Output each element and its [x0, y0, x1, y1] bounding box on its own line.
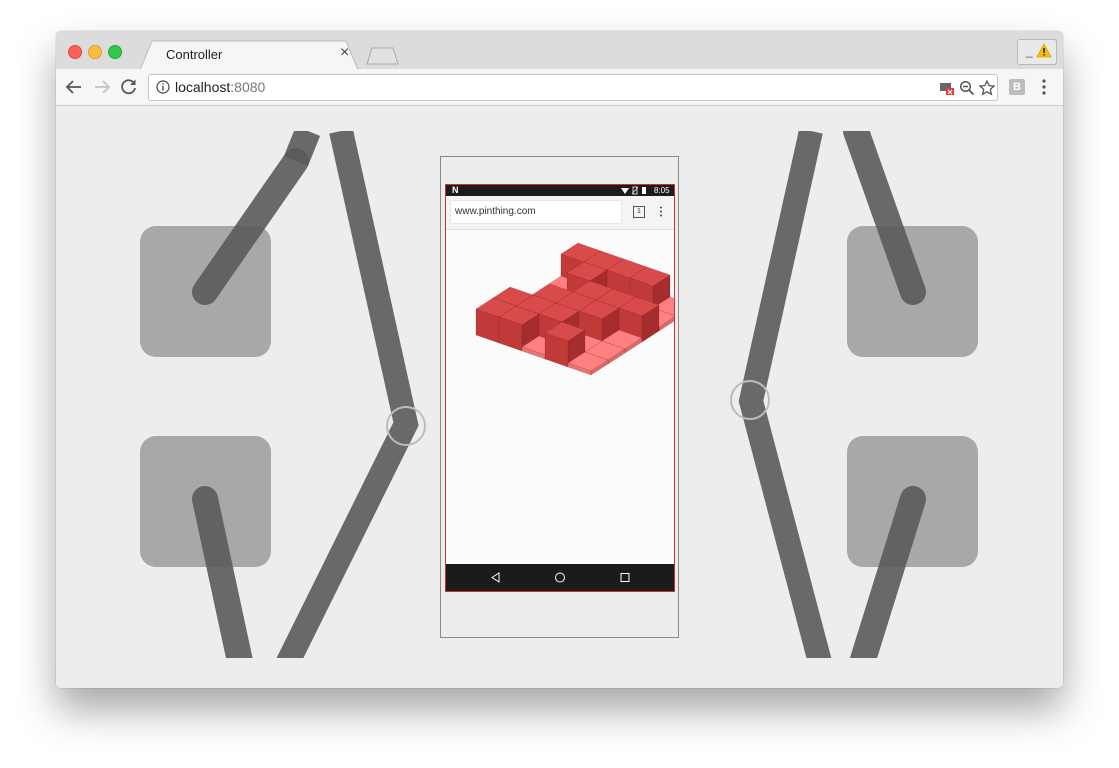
- phone-url-field[interactable]: www.pinthing.com: [451, 201, 621, 223]
- nav-recents-icon: [620, 573, 630, 582]
- phone-status-bar: N 8:05: [446, 185, 674, 196]
- browser-window: Controller × _ localhost:8080 B N 8:05 w…: [56, 31, 1063, 688]
- link-left: [275, 128, 419, 672]
- browser-toolbar: localhost:8080 B: [56, 69, 1063, 106]
- warning-icon: [1036, 43, 1052, 58]
- forward-arrow-icon[interactable]: [93, 78, 111, 96]
- back-arrow-icon[interactable]: [65, 78, 83, 96]
- profile-button[interactable]: _: [1017, 39, 1057, 65]
- tab-close-icon[interactable]: ×: [340, 45, 349, 61]
- pin-display-render: [475, 242, 674, 376]
- stick-top-left: [192, 148, 309, 305]
- url-port: :8080: [230, 79, 266, 95]
- cast-blocked-icon[interactable]: [939, 80, 955, 96]
- minimize-window-button[interactable]: [88, 45, 102, 59]
- status-icons: [621, 186, 646, 195]
- phone-screen: N 8:05 www.pinthing.com 1: [445, 184, 675, 592]
- stick-bottom-left: [192, 486, 254, 679]
- phone-preview-frame: N 8:05 www.pinthing.com 1: [440, 156, 679, 638]
- address-bar[interactable]: localhost:8080: [148, 74, 998, 101]
- title-bar: Controller × _: [56, 31, 1063, 70]
- zoom-window-button[interactable]: [108, 45, 122, 59]
- menu-kebab-icon[interactable]: [1041, 79, 1047, 95]
- link-right: [738, 128, 833, 670]
- nav-home-icon: [555, 572, 565, 583]
- status-logo: N: [452, 185, 459, 195]
- bookmark-star-icon[interactable]: [979, 80, 995, 96]
- phone-chrome-bar: www.pinthing.com 1: [446, 196, 674, 230]
- extension-b-icon[interactable]: B: [1009, 79, 1025, 95]
- tab-controller[interactable]: Controller ×: [140, 40, 360, 70]
- url-host: localhost: [175, 79, 231, 95]
- url-text: localhost:8080: [175, 79, 265, 95]
- reload-icon[interactable]: [120, 78, 138, 96]
- status-time: 8:05: [654, 186, 670, 195]
- info-icon[interactable]: [156, 80, 170, 94]
- new-tab-button[interactable]: [366, 47, 400, 70]
- close-window-button[interactable]: [68, 45, 82, 59]
- phone-menu-icon[interactable]: [659, 206, 663, 217]
- stick-top-left-tail: [283, 126, 321, 166]
- tab-title: Controller: [166, 47, 223, 62]
- controller-page: N 8:05 www.pinthing.com 1: [56, 106, 1063, 688]
- minus-icon: _: [1026, 44, 1033, 58]
- nav-back-icon: [491, 572, 500, 583]
- stick-top-right: [843, 118, 926, 305]
- zoom-out-icon[interactable]: [959, 80, 975, 96]
- phone-nav-bar: [446, 564, 674, 591]
- stick-bottom-right: [848, 486, 926, 679]
- phone-tab-switcher[interactable]: 1: [633, 206, 645, 218]
